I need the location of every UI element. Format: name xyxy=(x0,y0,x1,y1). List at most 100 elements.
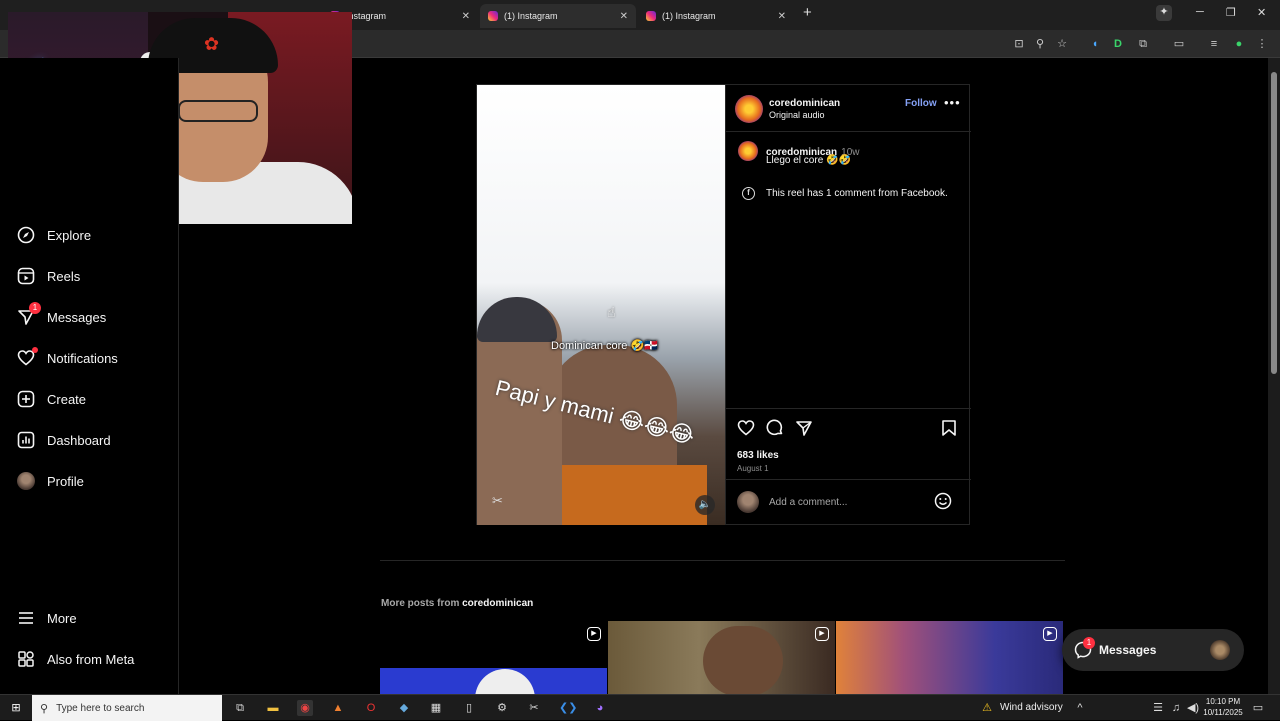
install-icon[interactable]: ⊡ xyxy=(1012,37,1026,51)
like-heart-icon[interactable] xyxy=(737,419,755,442)
post-thumbnail[interactable]: ▶ xyxy=(380,621,607,694)
thumbnail-image xyxy=(703,626,783,694)
extension-icon[interactable]: ◖ xyxy=(1088,37,1102,51)
messages-pill[interactable]: 1 Messages xyxy=(1062,629,1244,671)
avatar[interactable] xyxy=(738,141,758,161)
emoji-icon[interactable] xyxy=(934,492,952,515)
section-divider xyxy=(380,560,1065,561)
search-input[interactable]: Type here to search xyxy=(56,703,144,714)
sidebar-item-profile[interactable]: Profile xyxy=(16,469,84,493)
sidebar-item-label: Explore xyxy=(47,227,92,243)
video-hat xyxy=(477,297,557,342)
sidebar-item-label: Reels xyxy=(47,268,81,284)
app-icon[interactable]: ◆ xyxy=(396,700,412,716)
sidebar-item-reels[interactable]: Reels xyxy=(16,264,80,288)
sidebar-item-also-from-meta[interactable]: Also from Meta xyxy=(16,647,134,671)
messenger-icon: 1 xyxy=(16,302,41,327)
post-details: coredominican Original audio Follow ••• … xyxy=(725,85,971,525)
post-thumbnail[interactable]: ▶ xyxy=(836,621,1063,694)
sidebar-item-dashboard[interactable]: Dashboard xyxy=(16,428,111,452)
browser-tab[interactable]: (1) Instagram ✕ xyxy=(638,4,794,28)
sidebar-item-explore[interactable]: Explore xyxy=(16,223,91,247)
file-explorer-icon[interactable]: ▬ xyxy=(265,700,281,716)
app-icon[interactable]: ▲ xyxy=(330,700,346,716)
sidebar-item-label: Also from Meta xyxy=(47,651,135,667)
extension-d-icon[interactable]: D xyxy=(1111,37,1125,51)
capcut-icon[interactable]: ✂ xyxy=(526,700,542,716)
volume-icon[interactable]: ◀) xyxy=(1185,700,1201,716)
puzzle-icon[interactable]: ⧉ xyxy=(1136,37,1150,51)
notification-badge: 1 xyxy=(29,302,41,314)
share-icon[interactable] xyxy=(795,419,813,442)
likes-count[interactable]: 683 likes xyxy=(737,450,779,461)
reel-video[interactable]: Dominican core 🤣🇩🇴 Papi y mami 😂😂😂 ✂ 🔈 xyxy=(477,85,725,525)
scrollbar-thumb[interactable] xyxy=(1271,72,1277,374)
notification-badge: 1 xyxy=(1083,637,1095,649)
sidebar-item-label: Dashboard xyxy=(47,432,111,448)
clock-time[interactable]: 10:10 PM xyxy=(1201,697,1245,706)
settings-icon[interactable]: ⚙ xyxy=(494,700,510,716)
clock-date[interactable]: 10/11/2025 xyxy=(1201,708,1245,717)
post-username[interactable]: coredominican xyxy=(769,98,840,109)
notification-center-icon[interactable]: ▭ xyxy=(1250,700,1266,716)
rose-icon: ✿ xyxy=(204,34,220,54)
tab-label: (1) Instagram xyxy=(662,11,716,21)
sparkle-icon[interactable]: ✦ xyxy=(1156,5,1172,21)
close-icon[interactable]: ✕ xyxy=(462,11,470,22)
messages-label: Messages xyxy=(1099,643,1157,657)
zoom-icon[interactable]: ⚲ xyxy=(1033,37,1047,51)
profile-icon[interactable]: ● xyxy=(1232,37,1246,51)
sidebar-item-create[interactable]: Create xyxy=(16,387,86,411)
sidebar-item-label: Notifications xyxy=(47,350,118,366)
minimize-icon[interactable]: ─ xyxy=(1196,6,1204,18)
new-tab-button[interactable]: + xyxy=(803,4,812,21)
instagram-icon xyxy=(488,11,498,21)
chevron-up-icon[interactable]: ^ xyxy=(1072,700,1088,716)
opera-icon[interactable]: O xyxy=(363,700,379,716)
kebab-menu-icon[interactable]: ⋮ xyxy=(1255,37,1269,51)
scrollbar[interactable] xyxy=(1268,58,1280,694)
save-bookmark-icon[interactable] xyxy=(941,419,957,442)
close-window-icon[interactable]: ✕ xyxy=(1257,6,1266,19)
chrome-icon[interactable]: ◉ xyxy=(297,700,313,716)
vscode-icon[interactable]: ❮❯ xyxy=(559,700,577,716)
sidebar-item-more[interactable]: More xyxy=(16,606,77,630)
sidebar-item-notifications[interactable]: Notifications xyxy=(16,346,118,370)
sidebar-item-label: Profile xyxy=(47,473,84,489)
comment-input[interactable]: Add a comment... xyxy=(769,497,847,508)
comment-icon[interactable] xyxy=(766,419,784,442)
microphone-icon[interactable]: ♫ xyxy=(1168,700,1184,716)
sound-icon[interactable]: 🔈 xyxy=(695,495,715,515)
discord-icon[interactable]: ◕ xyxy=(592,700,608,716)
post-header: coredominican Original audio Follow ••• xyxy=(726,85,971,132)
audio-label[interactable]: Original audio xyxy=(769,110,825,120)
taskbar-search[interactable]: ⚲ Type here to search xyxy=(32,695,222,721)
meta-grid-icon xyxy=(16,649,36,669)
post-actions: 683 likes August 1 Add a comment... xyxy=(726,408,971,525)
sidebar-item-messages[interactable]: 1 Messages xyxy=(16,302,106,329)
windows-start-icon[interactable]: ⊞ xyxy=(8,700,24,716)
document-icon[interactable]: ▯ xyxy=(461,700,477,716)
plus-square-icon xyxy=(16,389,36,409)
caption-text: Llego el core 🤣🤣 xyxy=(766,155,851,166)
avatar[interactable] xyxy=(735,95,763,123)
more-options-icon[interactable]: ••• xyxy=(944,95,961,110)
sidebar-icon[interactable]: ▭ xyxy=(1172,37,1186,51)
avatar xyxy=(737,491,759,513)
post-thumbnail[interactable]: ▶ xyxy=(608,621,835,694)
close-icon[interactable]: ✕ xyxy=(620,11,628,22)
calculator-icon[interactable]: ▦ xyxy=(428,700,444,716)
browser-tab[interactable]: (1) Instagram ✕ xyxy=(480,4,636,28)
dashboard-icon xyxy=(16,430,36,450)
follow-button[interactable]: Follow xyxy=(905,98,937,109)
more-posts-username[interactable]: coredominican xyxy=(462,598,533,609)
close-icon[interactable]: ✕ xyxy=(778,11,786,22)
weather-label[interactable]: Wind advisory xyxy=(1000,702,1063,713)
media-control-icon[interactable]: ≡ xyxy=(1207,37,1221,51)
reels-icon: ▶ xyxy=(1043,627,1057,641)
task-view-icon[interactable]: ⧉ xyxy=(232,700,248,716)
network-icon[interactable]: ☰ xyxy=(1150,700,1166,716)
restore-icon[interactable]: ❐ xyxy=(1226,6,1236,19)
bookmark-star-icon[interactable]: ☆ xyxy=(1055,37,1069,51)
facebook-comment-note: This reel has 1 comment from Facebook. xyxy=(766,188,948,199)
